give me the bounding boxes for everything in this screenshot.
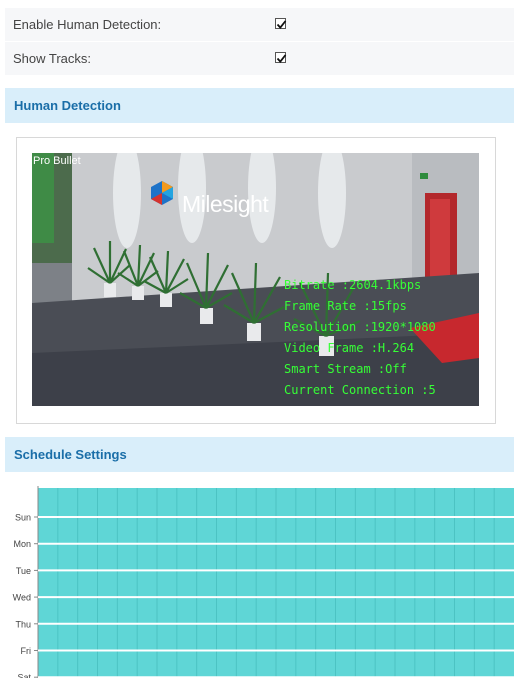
day-label-fri: Fri [21, 646, 32, 656]
day-label-tue: Tue [16, 566, 31, 576]
day-label-thu: Thu [15, 619, 31, 629]
live-video-view[interactable]: Pro Bullet Milesight Bitrate :2604.1kbps… [32, 153, 479, 406]
camera-name-overlay: Pro Bullet [33, 155, 81, 167]
schedule-settings-title: Schedule Settings [14, 447, 127, 462]
day-label-wed: Wed [13, 593, 31, 603]
checkmark-icon [276, 20, 287, 29]
osd-smart-stream: Smart Stream :Off [284, 362, 407, 376]
schedule-settings-header: Schedule Settings [5, 437, 514, 472]
schedule-chart[interactable]: Sun Mon Tue Wed Thu Fri Sat [0, 480, 514, 678]
enable-human-detection-checkbox[interactable] [275, 18, 287, 29]
logo-text: Milesight [182, 191, 269, 217]
osd-resolution: Resolution :1920*1080 [284, 320, 436, 334]
human-detection-title: Human Detection [14, 98, 121, 113]
show-tracks-checkbox[interactable] [275, 52, 287, 63]
show-tracks-row: Show Tracks: [5, 42, 514, 76]
enable-human-detection-row: Enable Human Detection: [5, 8, 514, 42]
checkmark-icon [276, 54, 287, 63]
show-tracks-label: Show Tracks: [13, 51, 92, 66]
osd-bitrate: Bitrate :2604.1kbps [284, 278, 422, 292]
day-label-sun: Sun [15, 513, 31, 523]
osd-video-frame: Video Frame :H.264 [284, 341, 415, 355]
enable-human-detection-label: Enable Human Detection: [13, 17, 162, 32]
day-label-sat: Sat [17, 673, 31, 678]
osd-frame-rate: Frame Rate :15fps [284, 299, 407, 313]
human-detection-header: Human Detection [5, 88, 514, 123]
osd-current-connection: Current Connection :5 [284, 383, 436, 397]
day-label-mon: Mon [13, 539, 31, 549]
osd-overlay: Bitrate :2604.1kbps Frame Rate :15fps Re… [284, 275, 436, 401]
